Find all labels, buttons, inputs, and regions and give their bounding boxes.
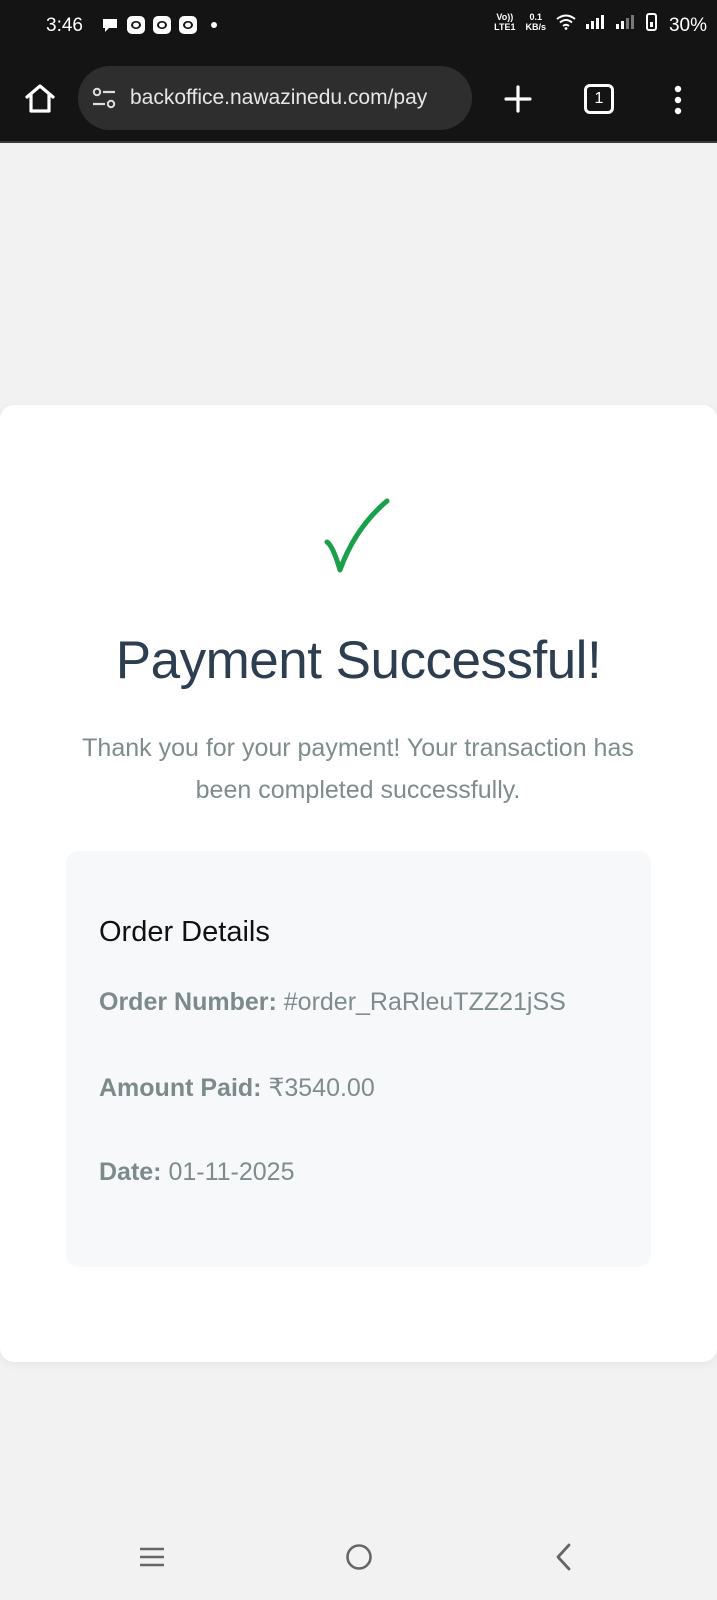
more-notifications-dot <box>211 22 217 28</box>
success-message: Thank you for your payment! Your transac… <box>82 734 634 804</box>
recents-icon[interactable] <box>138 1546 166 1568</box>
home-icon[interactable] <box>20 79 60 119</box>
url-text[interactable]: backoffice.nawazinedu.com/pay <box>130 86 427 110</box>
wifi-icon <box>556 14 576 30</box>
page-title: Payment Successful! <box>115 631 602 690</box>
signal-sim2-icon <box>616 15 636 29</box>
address-bar[interactable]: backoffice.nawazinedu.com/pay <box>78 66 472 130</box>
app-notification-icon <box>127 16 145 34</box>
back-icon[interactable] <box>553 1542 573 1572</box>
more-vert-icon[interactable] <box>666 83 690 117</box>
date-label: Date: <box>99 1158 162 1186</box>
tab-switcher-button[interactable]: 1 <box>584 84 614 114</box>
amount-paid-row: Amount Paid: ₹3540.00 <box>99 1073 375 1103</box>
circle-home-icon[interactable] <box>345 1543 373 1571</box>
amount-paid-value: ₹3540.00 <box>268 1074 375 1102</box>
order-number-value: #order_RaRleuTZZ21jSS <box>283 988 566 1016</box>
speed-value: 0.1 <box>529 12 542 22</box>
browser-toolbar: backoffice.nawazinedu.com/pay 1 <box>0 55 717 143</box>
notification-icons <box>101 16 225 34</box>
order-number-row: Order Number: #order_RaRleuTZZ21jSS <box>99 988 566 1017</box>
status-time: 3:46 <box>46 15 83 36</box>
battery-icon <box>646 13 657 31</box>
tune-icon[interactable] <box>90 84 118 112</box>
date-value: 01-11-2025 <box>168 1158 295 1186</box>
check-icon <box>324 498 390 573</box>
amount-paid-label: Amount Paid: <box>99 1074 262 1102</box>
order-number-label: Order Number: <box>99 988 277 1016</box>
signal-sim1-icon <box>586 15 606 29</box>
app-notification-icon <box>153 16 171 34</box>
network-speed: 0.1 KB/s <box>525 12 546 32</box>
volte-top-label: Vo)) <box>496 12 514 22</box>
volte-bottom-label: LTE1 <box>494 22 516 32</box>
speed-unit: KB/s <box>525 22 546 32</box>
battery-percent: 30% <box>668 15 707 36</box>
app-notification-icon <box>179 16 197 34</box>
status-indicators: Vo)) LTE1 0.1 KB/s 30% <box>484 12 707 36</box>
date-row: Date: 01-11-2025 <box>99 1158 295 1187</box>
volte-indicator: Vo)) LTE1 <box>494 12 515 32</box>
payment-card: Payment Successful! Thank you for your p… <box>0 405 717 1362</box>
order-details-heading: Order Details <box>99 916 270 948</box>
order-details-panel: Order Details Order Number: #order_RaRle… <box>66 851 651 1267</box>
system-nav-bar <box>0 1520 717 1600</box>
chat-bubble-icon <box>103 19 117 32</box>
status-bar: 3:46 Vo)) LTE1 0.1 KB/s 30% <box>0 0 717 55</box>
plus-icon[interactable] <box>498 79 538 119</box>
